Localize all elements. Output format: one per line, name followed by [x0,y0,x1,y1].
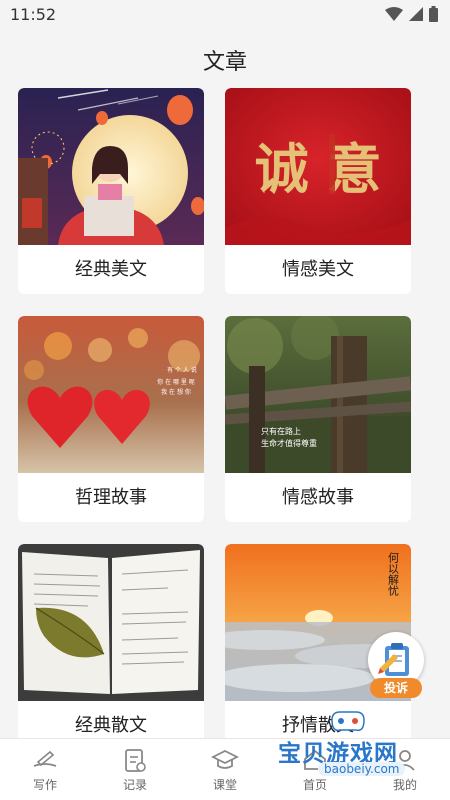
category-card-classic-prose[interactable]: 经典美文 [18,88,204,294]
signal-icon [409,7,423,21]
hearts-text-line1: 有 个 人 说 [167,366,197,374]
calligraphy-text: 诚 意 [255,137,382,201]
status-icons [385,6,438,22]
card-image-hearts: 有 个 人 说 你 在 哪 里 呢 我 在 想 你 [18,316,204,473]
category-card-classic-essays[interactable]: 经典散文 [18,544,204,750]
battery-icon [429,6,438,22]
wifi-icon [385,7,403,21]
card-label: 经典美文 [75,259,147,280]
notebook-icon [125,749,146,772]
complaint-badge: 投诉 [370,678,422,698]
fence-text-line1: 只有在路上 [261,426,301,436]
hearts-text-line3: 我 在 想 你 [161,388,191,396]
category-card-emotional-stories[interactable]: 只有在路上 生命才值得尊重 情感故事 [225,316,411,522]
page-title: 文章 [202,50,247,75]
tab-write[interactable]: 写作 [0,739,90,800]
watermark-url: baobeiy.com [318,762,406,776]
watermark: 宝贝游戏网 baobeiy.com [272,710,432,782]
graduation-cap-icon [211,749,239,769]
pen-book-icon [33,750,57,767]
category-card-philosophy-stories[interactable]: 有 个 人 说 你 在 哪 里 呢 我 在 想 你 哲理故事 [18,316,204,522]
tab-label: 课堂 [212,778,237,792]
status-time: 11:52 [10,5,57,24]
tab-classroom[interactable]: 课堂 [180,739,270,800]
fence-text-line2: 生命才值得尊重 [261,438,317,448]
tab-records[interactable]: 记录 [90,739,180,800]
card-label: 情感美文 [282,259,354,280]
card-image-fence: 只有在路上 生命才值得尊重 [225,316,411,473]
card-image-book-leaf [18,544,204,701]
tab-label: 写作 [32,778,57,792]
card-image-moon-girl [18,88,204,245]
complaint-fab[interactable]: 投诉 [368,632,424,698]
gamepad-icon [331,711,365,732]
hearts-text-line2: 你 在 哪 里 呢 [157,378,195,386]
card-image-calligraphy: 诚 意 [225,88,411,245]
card-label: 情感故事 [282,487,354,508]
category-card-emotional-prose[interactable]: 诚 意 情感美文 [225,88,411,294]
status-bar: 11:52 [0,0,450,30]
card-label: 哲理故事 [75,487,147,508]
sunset-calligraphy-text: 何以解忧 [387,552,400,596]
tab-label: 记录 [122,778,147,792]
